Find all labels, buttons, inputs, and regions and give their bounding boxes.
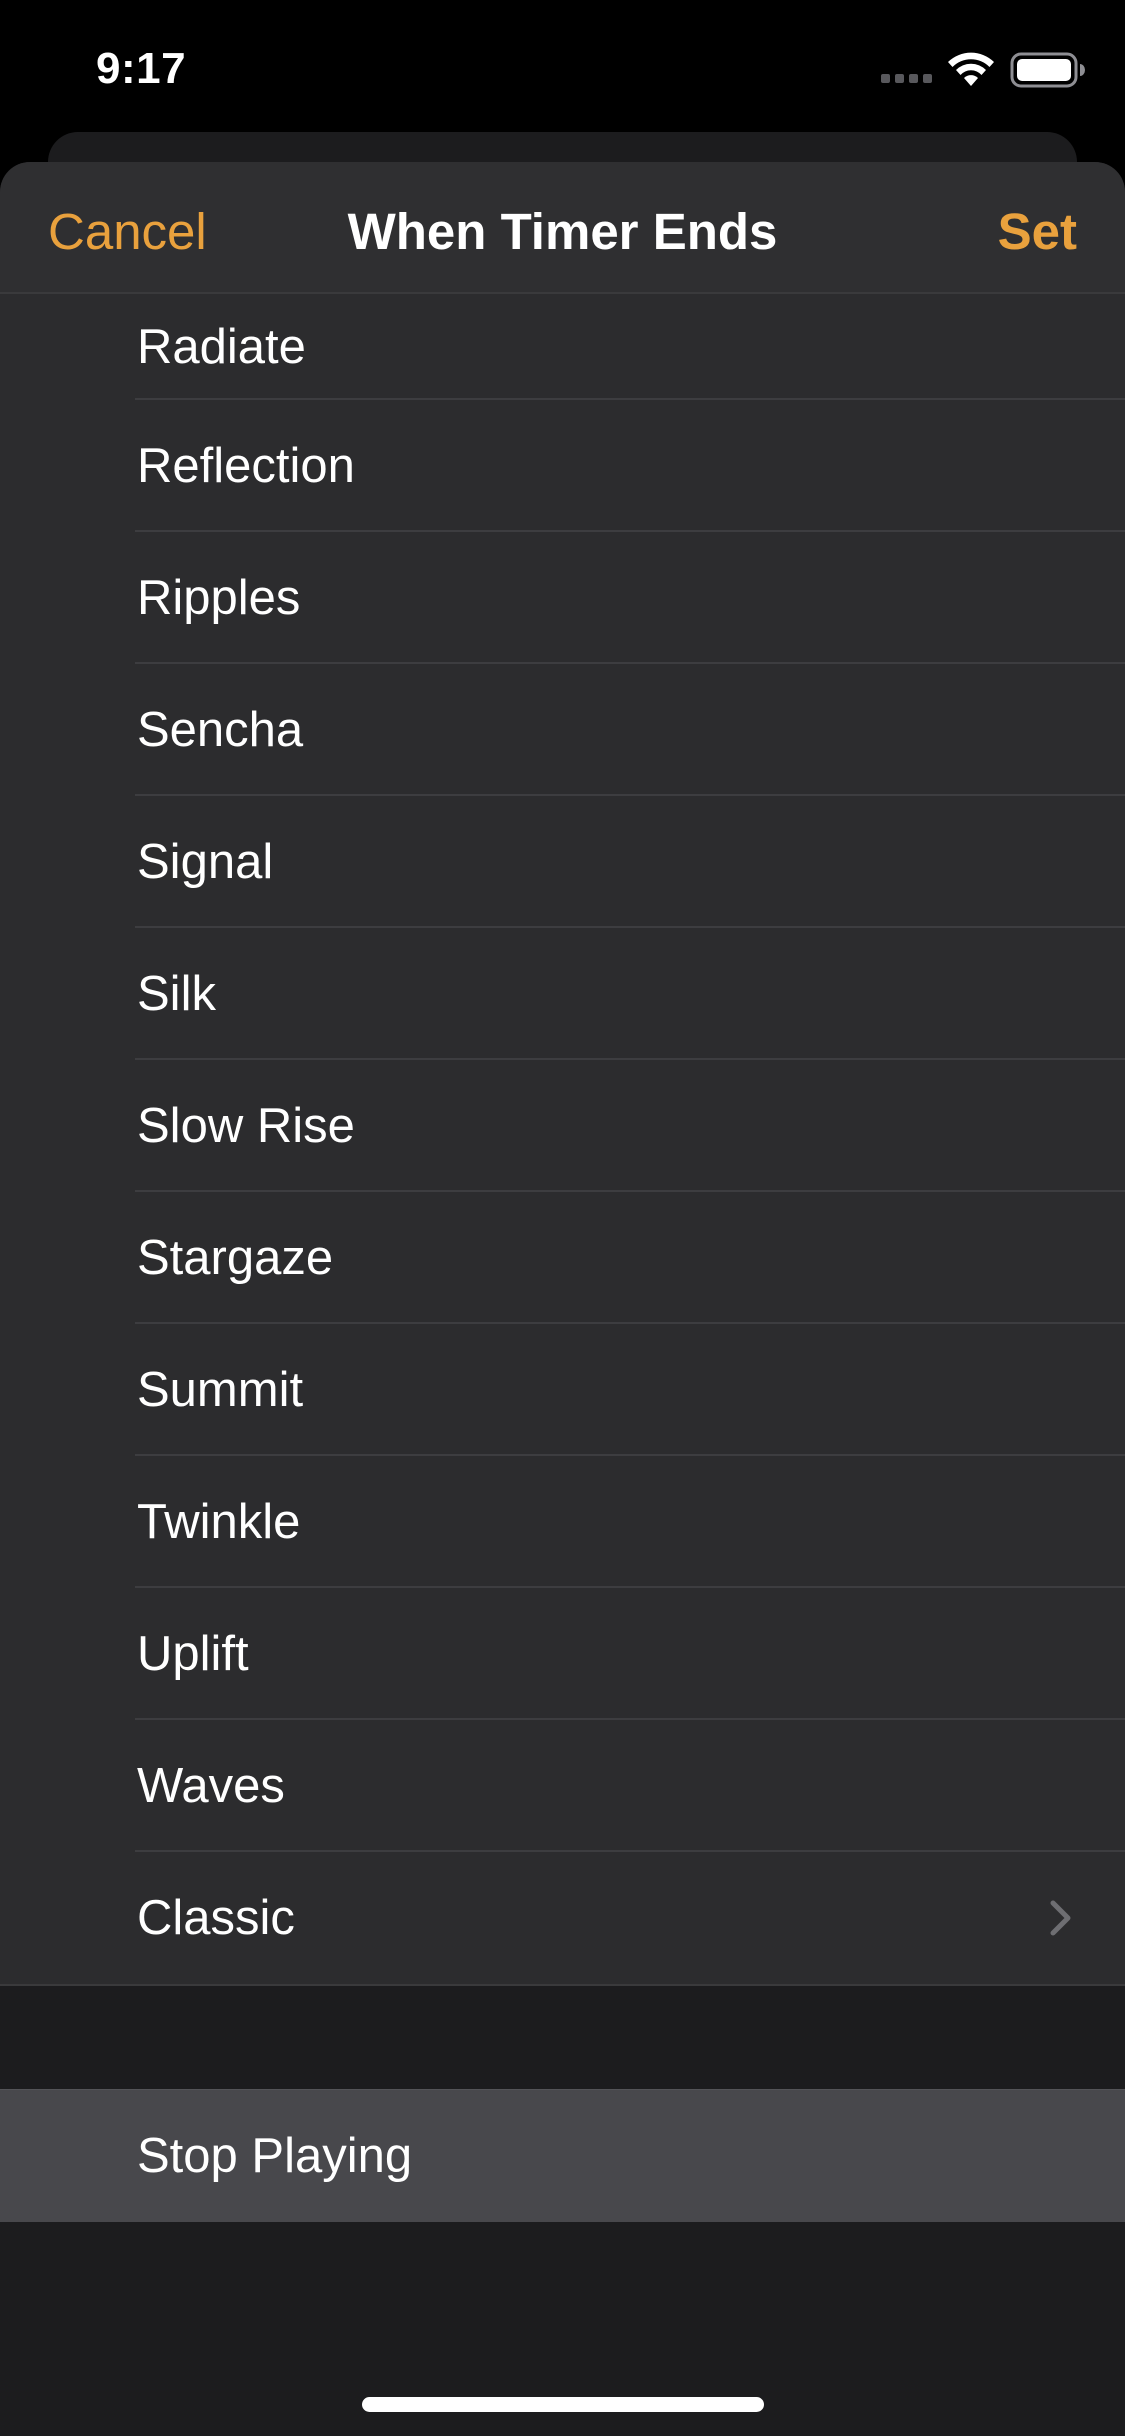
home-indicator[interactable] bbox=[362, 2397, 764, 2412]
screen: 9:17 Cancel When Timer Ends Set Radiate … bbox=[0, 0, 1125, 2436]
stop-playing-label: Stop Playing bbox=[137, 2129, 413, 2183]
sound-label: Radiate bbox=[137, 320, 306, 374]
nav-bar: Cancel When Timer Ends Set bbox=[0, 162, 1125, 294]
stop-playing-option[interactable]: Stop Playing bbox=[0, 2089, 1125, 2222]
battery-icon bbox=[1010, 52, 1085, 88]
sound-item-twinkle[interactable]: Twinkle bbox=[0, 1456, 1125, 1588]
sound-label: Twinkle bbox=[137, 1495, 301, 1549]
timer-sound-sheet: Cancel When Timer Ends Set Radiate Refle… bbox=[0, 162, 1125, 2436]
sound-label: Silk bbox=[137, 967, 216, 1021]
sound-label: Slow Rise bbox=[137, 1099, 355, 1153]
sound-label: Classic bbox=[137, 1891, 295, 1945]
wifi-icon bbox=[948, 52, 994, 86]
chevron-right-icon bbox=[1050, 1900, 1071, 1936]
page-title: When Timer Ends bbox=[347, 203, 778, 260]
sound-label: Signal bbox=[137, 835, 274, 889]
status-time: 9:17 bbox=[96, 44, 187, 93]
sound-label: Sencha bbox=[137, 703, 304, 757]
sound-label: Waves bbox=[137, 1759, 285, 1813]
sound-item-radiate[interactable]: Radiate bbox=[0, 294, 1125, 400]
sound-list: Radiate Reflection Ripples Sencha Signal… bbox=[0, 294, 1125, 1986]
sound-item-stargaze[interactable]: Stargaze bbox=[0, 1192, 1125, 1324]
sound-label: Reflection bbox=[137, 439, 355, 493]
sound-item-silk[interactable]: Silk bbox=[0, 928, 1125, 1060]
sound-item-uplift[interactable]: Uplift bbox=[0, 1588, 1125, 1720]
set-button[interactable]: Set bbox=[998, 202, 1077, 261]
sound-item-slow-rise[interactable]: Slow Rise bbox=[0, 1060, 1125, 1192]
section-gap bbox=[0, 1986, 1125, 2089]
sound-item-summit[interactable]: Summit bbox=[0, 1324, 1125, 1456]
sound-label: Ripples bbox=[137, 571, 301, 625]
sound-label: Stargaze bbox=[137, 1231, 334, 1285]
sound-item-reflection[interactable]: Reflection bbox=[0, 400, 1125, 532]
sound-item-signal[interactable]: Signal bbox=[0, 796, 1125, 928]
sound-item-sencha[interactable]: Sencha bbox=[0, 664, 1125, 796]
sound-item-waves[interactable]: Waves bbox=[0, 1720, 1125, 1852]
sound-label: Summit bbox=[137, 1363, 304, 1417]
sound-item-ripples[interactable]: Ripples bbox=[0, 532, 1125, 664]
signal-dots-icon bbox=[881, 74, 932, 83]
sound-item-classic[interactable]: Classic bbox=[0, 1852, 1125, 1984]
sound-label: Uplift bbox=[137, 1627, 249, 1681]
